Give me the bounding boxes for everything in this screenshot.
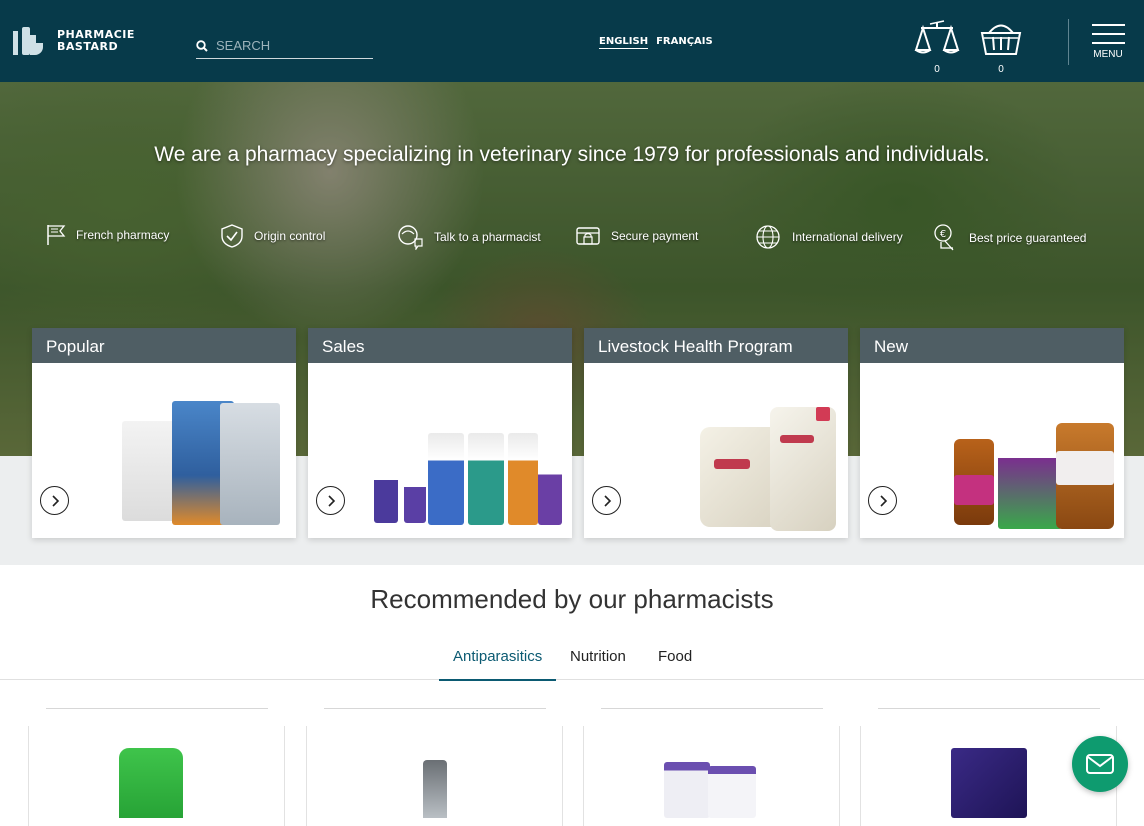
chevron-right-icon [879,494,887,507]
tab-nutrition[interactable]: Nutrition [556,648,640,679]
card-image [860,363,1124,538]
pharmacist-icon [398,225,423,250]
product-card[interactable] [306,708,563,826]
section-title: Recommended by our pharmacists [370,584,774,614]
card-title: Sales [308,328,572,363]
language-switcher: ENGLISH FRANÇAIS [599,36,713,49]
card-title: Livestock Health Program [584,328,848,363]
feature-secure-payment: Secure payment [575,224,698,248]
header-divider [1068,19,1069,65]
card-title: Popular [32,328,296,363]
card-arrow-button[interactable] [868,486,897,515]
card-arrow-button[interactable] [592,486,621,515]
category-card-livestock[interactable]: Livestock Health Program [584,328,848,538]
feature-origin-control: Origin control [220,224,325,248]
menu-button[interactable]: MENU [1088,24,1128,60]
card-image [32,363,296,538]
feature-talk-pharmacist: Talk to a pharmacist [396,224,541,250]
product-image [951,748,1027,818]
compare-count: 0 [934,64,940,75]
card-image [308,363,572,538]
search-icon[interactable] [196,39,208,52]
cart-count: 0 [998,64,1004,75]
logo-text-line2: BASTARD [57,40,119,53]
category-card-new[interactable]: New [860,328,1124,538]
lang-english-link[interactable]: ENGLISH [599,36,649,49]
card-arrow-button[interactable] [40,486,69,515]
compare-button[interactable]: 0 [913,18,961,75]
card-image [584,363,848,538]
menu-label: MENU [1093,49,1123,60]
chevron-right-icon [51,494,59,507]
product-card[interactable] [583,708,840,826]
scale-icon [914,20,960,54]
hamburger-icon [1091,24,1125,26]
search-input[interactable] [216,38,366,53]
cart-button[interactable]: 0 [977,18,1025,75]
category-card-sales[interactable]: Sales [308,328,572,538]
feature-french-pharmacy: French pharmacy [46,224,169,246]
lang-french-link[interactable]: FRANÇAIS [656,36,713,49]
chevron-right-icon [603,494,611,507]
feature-international-delivery: International delivery [754,224,903,250]
feature-label: Origin control [254,229,326,243]
product-image [119,748,183,818]
card-title: New [860,328,1124,363]
card-arrow-button[interactable] [316,486,345,515]
chat-button[interactable] [1072,736,1128,792]
hero-headline: We are a pharmacy specializing in veteri… [154,143,990,166]
feature-label: Best price guaranteed [969,231,1087,245]
feature-label: Secure payment [611,229,699,243]
logo-icon [13,25,51,57]
feature-label: Talk to a pharmacist [434,230,541,244]
product-image [423,760,447,818]
tab-food[interactable]: Food [644,648,706,679]
globe-icon [756,225,780,249]
flag-icon [47,225,66,245]
euro-price-icon: € [934,224,954,251]
feature-label: International delivery [792,230,903,244]
chevron-right-icon [327,494,335,507]
category-card-popular[interactable]: Popular [32,328,296,538]
lock-icon [576,227,600,245]
shield-check-icon [221,224,243,248]
basket-icon [980,24,1022,55]
search-bar [196,33,373,59]
envelope-icon [1086,754,1114,774]
product-card[interactable] [28,708,285,826]
site-header: PHARMACIE BASTARD ENGLISH FRANÇAIS 0 [0,0,1144,82]
feature-best-price: € Best price guaranteed [933,224,1086,252]
svg-text:€: € [940,229,946,240]
tab-antiparasitics[interactable]: Antiparasitics [439,648,557,681]
feature-label: French pharmacy [76,228,170,242]
recommendation-tabs: Antiparasitics Nutrition Food [0,640,1144,681]
logo[interactable]: PHARMACIE BASTARD [13,25,135,57]
